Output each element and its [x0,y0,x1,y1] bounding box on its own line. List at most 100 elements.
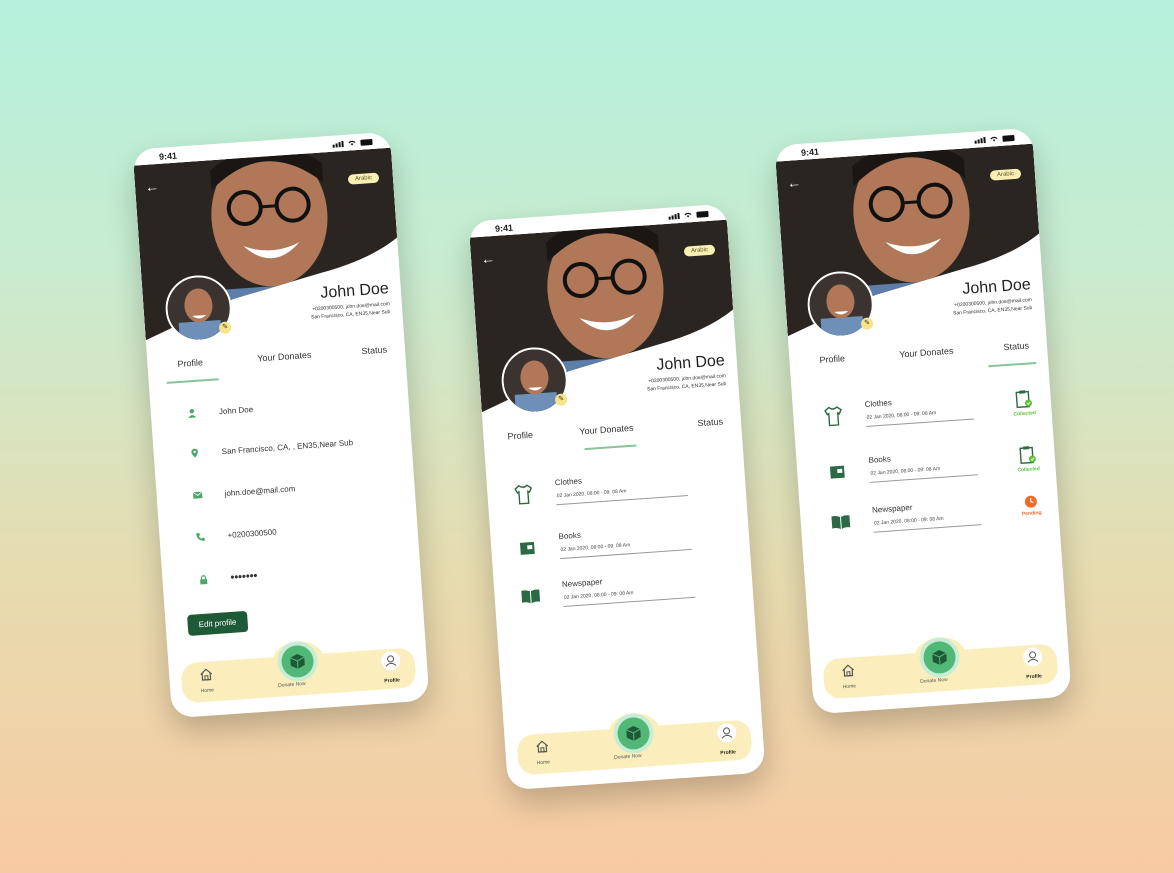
status-label: Collected [1017,465,1041,474]
nav-donate-button[interactable] [280,644,315,679]
nav-donate-label: Donate Now [613,752,642,761]
nav-home[interactable]: Home [535,739,551,766]
clipboard-check-icon [1015,390,1033,409]
person-icon [188,408,197,418]
status-time: 9:41 [800,146,820,158]
donation-title: Clothes [554,476,583,488]
profile-icon [381,651,401,671]
donation-date: 02 Jan 2020, 08:00 - 09: 08 Am [873,515,944,527]
nav-donate-label: Donate Now [277,680,306,689]
profile-icon [717,723,737,743]
donation-row-clothes[interactable]: Clothes 02 Jan 2020, 08:00 - 09: 08 Am [511,467,713,515]
tab-profile[interactable]: Profile [177,357,203,369]
mail-icon [192,491,203,499]
battery-icon [696,210,709,218]
profile-icon [1023,647,1043,667]
tab-status[interactable]: Status [361,344,387,356]
field-name[interactable]: John Doe [187,404,254,419]
wifi-icon [990,136,998,142]
donation-title: Books [558,530,582,542]
field-password-value: ••••••• [230,570,258,584]
shirt-icon [514,484,533,505]
clock-icon [1024,495,1037,508]
box-icon [626,725,641,741]
tab-bar: Profile Your Donates Status [483,415,742,459]
tab-your-donates[interactable]: Your Donates [899,346,954,360]
donation-date: 02 Jan 2020, 08:00 - 09: 08 Am [556,488,627,500]
field-email[interactable]: john.doe@mail.com [192,483,296,500]
back-arrow-icon[interactable]: ← [787,174,802,191]
donation-row-newspaper[interactable]: Newspaper 02 Jan 2020, 08:00 - 09: 08 Am [518,569,720,617]
tab-status[interactable]: Status [1003,340,1029,352]
status-icons [332,138,373,148]
tab-profile[interactable]: Profile [819,353,845,365]
nav-profile-label: Profile [384,677,401,685]
status-row-newspaper[interactable]: Newspaper 02 Jan 2020, 08:00 - 09: 08 Am… [828,494,1046,543]
back-arrow-icon[interactable]: ← [145,178,160,195]
donation-date: 02 Jan 2020, 08:00 - 09: 08 Am [870,465,941,477]
nav-donate-button[interactable] [922,640,957,675]
signal-icon [668,212,680,220]
home-icon [536,740,549,753]
phone-icon [196,532,205,541]
phone-status-screen: 9:41 ← Arabic ✎ John Doe +0200300500, jo… [774,127,1072,715]
bottom-nav: Home Donate Now Profile [516,711,753,776]
back-arrow-icon[interactable]: ← [481,250,496,267]
signal-icon [332,140,344,148]
donation-title: Newspaper [561,577,603,590]
phone-donates-screen: 9:41 ← Arabic ✎ John Doe +0200300500, jo… [468,203,766,791]
donation-date: 02 Jan 2020, 08:00 - 09: 08 Am [560,542,631,554]
open-book-icon [521,589,541,604]
donation-title: Newspaper [871,502,913,515]
wifi-icon [348,140,356,146]
lock-icon [200,575,208,585]
bottom-nav: Home Donate Now Profile [822,635,1059,700]
field-address[interactable]: San Francisco, CA, , EN35,Near Sub [189,437,353,458]
home-icon [200,668,213,681]
nav-home[interactable]: Home [199,667,215,694]
nav-profile[interactable]: Profile [716,722,738,756]
box-icon [932,649,947,665]
bottom-nav: Home Donate Now Profile [180,639,417,704]
nav-donate-button[interactable] [616,716,651,751]
field-name-value: John Doe [218,404,254,416]
field-email-value: john.doe@mail.com [224,483,296,498]
signal-icon [974,136,986,144]
donation-row-books[interactable]: Books 02 Jan 2020, 08:00 - 09: 08 Am [514,521,716,569]
status-row-clothes[interactable]: Clothes 02 Jan 2020, 08:00 - 09: 08 Am C… [821,388,1039,437]
field-phone[interactable]: +0200300500 [195,527,277,543]
clipboard-check-icon [1019,446,1036,465]
nav-profile[interactable]: Profile [380,650,402,684]
tab-active-indicator [166,378,219,384]
wifi-icon [684,212,692,218]
box-icon [290,653,305,669]
tab-bar: Profile Your Donates Status [789,339,1048,383]
tab-profile[interactable]: Profile [507,430,533,442]
tab-active-indicator [584,444,637,451]
status-label: Pending [1021,509,1042,518]
field-password[interactable]: ••••••• [198,570,258,586]
nav-home-label: Home [200,687,215,695]
home-icon [842,664,855,677]
status-time: 9:41 [494,222,514,234]
location-pin-icon [191,448,198,458]
status-time: 9:41 [158,150,178,162]
phone-profile-screen: 9:41 ← Arabic ✎ John Doe +0200300500, jo… [132,131,430,719]
donation-title: Books [868,454,892,465]
shirt-icon [824,406,842,427]
donation-date: 02 Jan 2020, 08:00 - 09: 08 Am [563,590,634,601]
tab-your-donates[interactable]: Your Donates [579,423,634,437]
nav-profile-label: Profile [720,749,737,757]
nav-donate-label: Donate Now [919,676,948,685]
tab-your-donates[interactable]: Your Donates [257,350,312,364]
tab-bar: Profile Your Donates Status [147,343,406,387]
status-row-books[interactable]: Books 02 Jan 2020, 08:00 - 09: 08 Am Col… [824,444,1042,493]
edit-profile-button[interactable]: Edit profile [187,610,249,636]
battery-icon [1002,134,1015,142]
nav-home-label: Home [536,759,551,767]
tab-status[interactable]: Status [697,416,723,428]
nav-profile[interactable]: Profile [1022,646,1044,680]
status-pending: Pending [1017,494,1044,518]
nav-home[interactable]: Home [841,663,857,690]
status-label: Collected [1013,410,1037,418]
